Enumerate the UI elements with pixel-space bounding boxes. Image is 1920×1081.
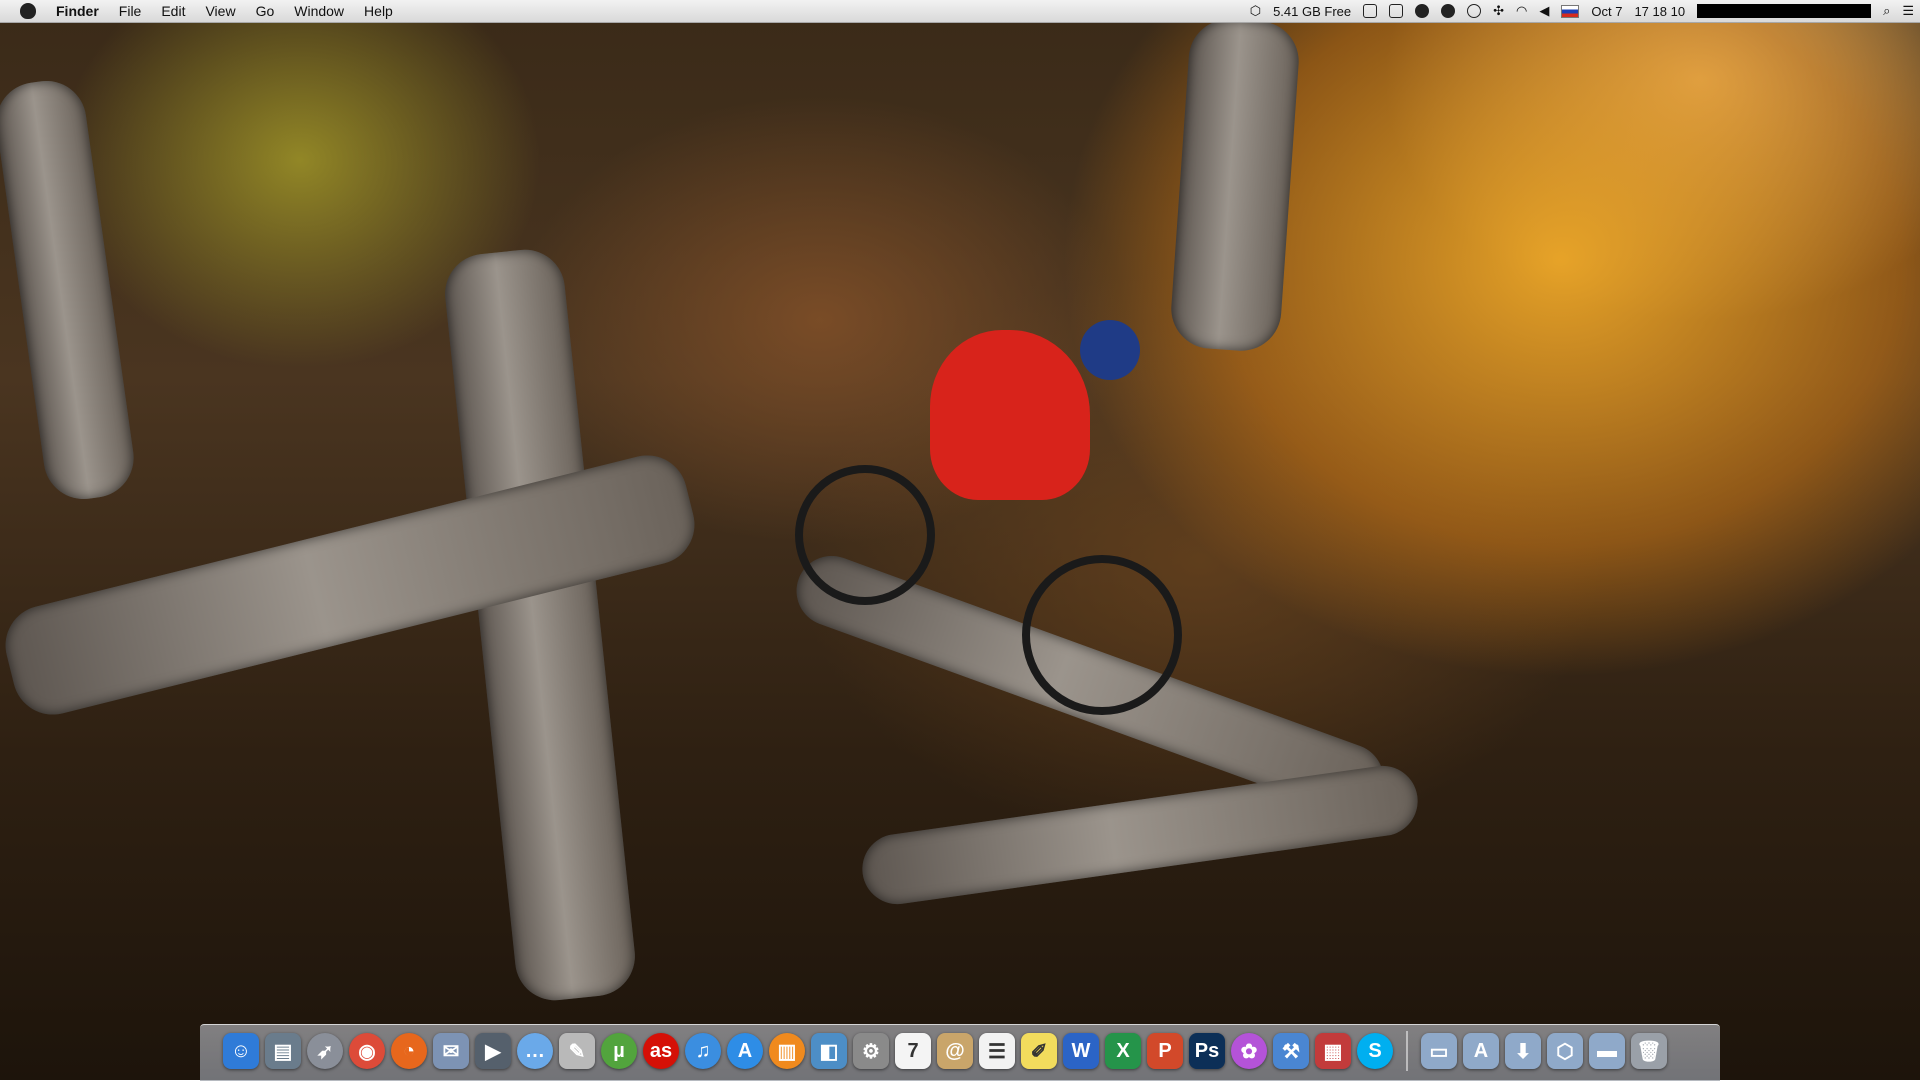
- wallpaper-tree-trunk: [0, 75, 139, 505]
- dock-utorrent-icon[interactable]: µ: [601, 1033, 637, 1069]
- dock-photoshop-icon[interactable]: Ps: [1189, 1033, 1225, 1069]
- dock-separator: [1406, 1031, 1408, 1071]
- dock-flower-icon[interactable]: ✿: [1231, 1033, 1267, 1069]
- dock-xcode-icon[interactable]: ⚒: [1273, 1033, 1309, 1069]
- clock-date[interactable]: Oct 7: [1591, 4, 1622, 19]
- menu-edit[interactable]: Edit: [151, 0, 195, 22]
- dock-firefox-icon[interactable]: ◔: [391, 1033, 427, 1069]
- volume-icon[interactable]: ◀: [1539, 3, 1549, 19]
- wallpaper-rider: [930, 330, 1090, 500]
- notification-center-icon[interactable]: ☰: [1902, 3, 1914, 19]
- dock-preview-icon[interactable]: ▤: [265, 1033, 301, 1069]
- russian-flag-input-icon[interactable]: [1561, 4, 1580, 18]
- status-area: ⬡ 5.41 GB Free ✣ ◠ ◀ Oct 7 17 18 10 ⌕ ☰: [1244, 0, 1920, 22]
- dock-folder-dropbox-icon[interactable]: ⬡: [1547, 1033, 1583, 1069]
- dock-folder-documents-icon[interactable]: ▭: [1421, 1033, 1457, 1069]
- wallpaper-tree-trunk: [441, 245, 639, 1005]
- dropbox-icon[interactable]: ⬡: [1250, 3, 1261, 19]
- wallpaper-tree-trunk: [1168, 16, 1302, 354]
- dock-facetime-icon[interactable]: ▶: [475, 1033, 511, 1069]
- apple-menu-icon[interactable]: [20, 3, 36, 19]
- dock-finder-icon[interactable]: ☺: [223, 1033, 259, 1069]
- dock-app-store-icon[interactable]: A: [727, 1033, 763, 1069]
- dock-excel-icon[interactable]: X: [1105, 1033, 1141, 1069]
- bluetooth-icon[interactable]: ✣: [1493, 3, 1504, 19]
- dock-word-icon[interactable]: W: [1063, 1033, 1099, 1069]
- menu-help[interactable]: Help: [354, 0, 403, 22]
- disk-free-label[interactable]: 5.41 GB Free: [1273, 4, 1351, 19]
- dock-calendar-icon[interactable]: 7: [895, 1033, 931, 1069]
- spotlight-search-icon[interactable]: ⌕: [1883, 3, 1890, 19]
- dock-photo-booth-icon[interactable]: ▦: [1315, 1033, 1351, 1069]
- dock-contacts-icon[interactable]: @: [937, 1033, 973, 1069]
- dock-powerpoint-icon[interactable]: P: [1147, 1033, 1183, 1069]
- dock-folder-downloads-icon[interactable]: ⬇: [1505, 1033, 1541, 1069]
- dock-chrome-icon[interactable]: ◉: [349, 1033, 385, 1069]
- wallpaper-bike-wheel: [1022, 555, 1182, 715]
- menu-go[interactable]: Go: [246, 0, 285, 22]
- dock-lastfm-icon[interactable]: as: [643, 1033, 679, 1069]
- dock-reminders-icon[interactable]: ☰: [979, 1033, 1015, 1069]
- dock-trash-icon[interactable]: 🗑: [1631, 1033, 1667, 1069]
- menu-bar: Finder File Edit View Go Window Help ⬡ 5…: [0, 0, 1920, 23]
- clock-time[interactable]: 17 18 10: [1634, 4, 1685, 19]
- dock-system-preferences-icon[interactable]: ⚙: [853, 1033, 889, 1069]
- dock-itunes-icon[interactable]: ♫: [685, 1033, 721, 1069]
- menu-view[interactable]: View: [195, 0, 245, 22]
- wallpaper-log: [857, 761, 1423, 909]
- dock-ibooks-icon[interactable]: ▥: [769, 1033, 805, 1069]
- dock-folder-applications-icon[interactable]: A: [1463, 1033, 1499, 1069]
- dock-stickies-icon[interactable]: ✐: [1021, 1033, 1057, 1069]
- dock-folder-desktop-icon[interactable]: ▬: [1589, 1033, 1625, 1069]
- desktop-wallpaper: [0, 0, 1920, 1080]
- shield-icon[interactable]: [1441, 4, 1456, 18]
- menu-app-name[interactable]: Finder: [46, 0, 109, 22]
- window-manager-icon[interactable]: [1389, 4, 1404, 18]
- dock-script-editor-icon[interactable]: ✎: [559, 1033, 595, 1069]
- dock-messages-icon[interactable]: …: [517, 1033, 553, 1069]
- dock-icons: ☺ ▤ ➶ ◉ ◔ ✉ ▶… ✎ µ as ♫ A ▥ ◧ ⚙ 7 @ ☰ ✐ W X P Ps ✿ ⚒ ▦ S ▭ A ⬇ ⬡ ▬ 🗑: [220, 1028, 1670, 1074]
- dock-launchpad-icon[interactable]: ➶: [307, 1033, 343, 1069]
- time-machine-icon[interactable]: [1467, 4, 1482, 18]
- dock-iphoto-icon[interactable]: ◧: [811, 1033, 847, 1069]
- dock-skype-icon[interactable]: S: [1357, 1033, 1393, 1069]
- menu-file[interactable]: File: [109, 0, 152, 22]
- wallpaper-rider-helmet: [1080, 320, 1140, 380]
- dock-mail-stamp-icon[interactable]: ✉: [433, 1033, 469, 1069]
- menu-window[interactable]: Window: [284, 0, 354, 22]
- wallpaper-bike-wheel: [795, 465, 935, 605]
- airplay-icon[interactable]: [1363, 4, 1378, 18]
- wifi-icon[interactable]: ◠: [1516, 3, 1527, 19]
- redacted-user-area: [1697, 4, 1872, 18]
- lastfm-status-icon[interactable]: [1415, 4, 1430, 18]
